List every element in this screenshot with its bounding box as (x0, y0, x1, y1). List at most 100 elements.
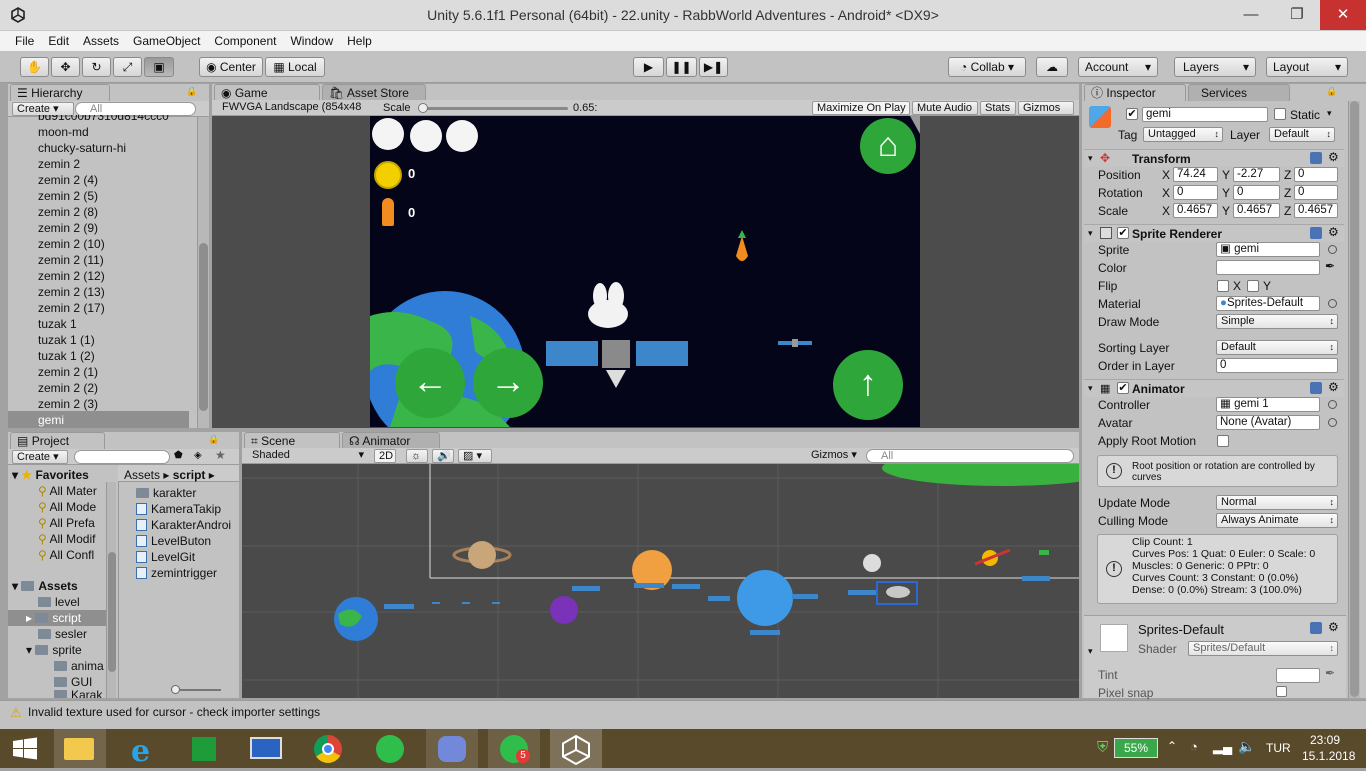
menu-file[interactable]: File (8, 31, 41, 48)
hierarchy-item[interactable]: zemin 2 (10) (38, 236, 105, 252)
object-picker-icon[interactable] (1328, 245, 1337, 254)
avatar-field[interactable]: None (Avatar) (1216, 415, 1320, 430)
rotation-y-field[interactable]: 0 (1233, 185, 1280, 200)
animator-header[interactable]: ▾ ▦ ✔ Animator ⚙ (1084, 379, 1344, 397)
discord-icon[interactable] (426, 729, 478, 768)
tab-project[interactable]: ▤ Project (10, 432, 105, 449)
position-x-field[interactable]: 74.24 (1173, 167, 1218, 182)
pixel-snap-checkbox[interactable] (1276, 686, 1287, 697)
hierarchy-item[interactable]: zemin 2 (12) (38, 268, 105, 284)
axis-y-label[interactable]: Y (1222, 168, 1230, 182)
menu-edit[interactable]: Edit (41, 31, 76, 48)
scene-gizmos-dropdown[interactable]: Gizmos ▾ (807, 449, 861, 463)
filter-by-label-icon[interactable]: ◈ (194, 450, 202, 461)
breadcrumb-assets[interactable]: Assets (124, 468, 160, 482)
store-icon[interactable] (178, 729, 230, 768)
hierarchy-item[interactable]: tuzak 1 (2) (38, 348, 95, 364)
position-z-field[interactable]: 0 (1294, 167, 1338, 182)
gear-icon[interactable]: ⚙ (1328, 620, 1339, 634)
hierarchy-item[interactable]: zemin 2 (1) (38, 364, 98, 380)
tab-scene[interactable]: ⌗ Scene (244, 432, 340, 449)
draw-mode-dropdown[interactable]: Simple (1216, 314, 1338, 329)
lock-icon[interactable]: 🔒 (208, 434, 219, 445)
layer-dropdown[interactable]: Default (1269, 127, 1335, 142)
signal-icon[interactable]: ▂▄ (1213, 739, 1232, 755)
security-icon[interactable]: ⛨ (1097, 739, 1108, 756)
layers-button[interactable]: Layers ▾ (1174, 57, 1256, 77)
culling-mode-dropdown[interactable]: Always Animate (1216, 513, 1338, 528)
axis-x-label[interactable]: X (1162, 204, 1170, 218)
axis-z-label[interactable]: Z (1284, 168, 1291, 182)
move-tool-button[interactable]: ✥ (51, 57, 80, 77)
internet-explorer-icon[interactable]: e (118, 729, 170, 769)
hierarchy-item[interactable]: zemin 2 (17) (38, 300, 105, 316)
menu-assets[interactable]: Assets (76, 31, 126, 48)
scale-slider[interactable] (418, 103, 568, 113)
favorite-item[interactable]: ⚲ All Modif (38, 531, 106, 547)
layout-button[interactable]: Layout ▾ (1266, 57, 1348, 77)
tint-color-field[interactable] (1276, 668, 1320, 683)
asset-folder[interactable]: level (38, 594, 104, 610)
gameobject-active-checkbox[interactable]: ✔ (1126, 108, 1138, 120)
order-in-layer-field[interactable]: 0 (1216, 358, 1338, 373)
menu-component[interactable]: Component (207, 31, 283, 48)
asset-folder-selected[interactable]: ▸ script (26, 610, 104, 626)
asset-folder[interactable]: Karak (54, 690, 104, 698)
flip-y-checkbox[interactable] (1247, 280, 1259, 292)
hierarchy-item-selected[interactable]: gemi (38, 412, 64, 428)
sprite-renderer-header[interactable]: ▾ ✔ Sprite Renderer ⚙ (1084, 224, 1344, 242)
gear-icon[interactable]: ⚙ (1328, 380, 1339, 394)
network-icon[interactable]: ◔ (1190, 739, 1198, 754)
chrome-icon[interactable] (302, 729, 354, 768)
hand-tool-button[interactable]: ✋ (20, 57, 49, 77)
maximize-on-play-toggle[interactable]: Maximize On Play (812, 101, 910, 115)
update-mode-dropdown[interactable]: Normal (1216, 495, 1338, 510)
collab-button[interactable]: ◔ Collab ▾ (948, 57, 1026, 77)
gear-icon[interactable]: ⚙ (1328, 225, 1339, 239)
project-file[interactable]: zemintrigger (136, 565, 238, 581)
hierarchy-item[interactable]: zemin 2 (3) (38, 396, 98, 412)
pivot-center-button[interactable]: ◉ Center (199, 57, 263, 77)
favorite-star-icon[interactable]: ★ (215, 448, 226, 462)
resolution-dropdown[interactable]: FWVGA Landscape (854x48 (218, 101, 373, 115)
hierarchy-item[interactable]: zemin 2 (9) (38, 220, 98, 236)
jump-button[interactable]: ↑ (833, 350, 903, 420)
asset-folder[interactable]: sesler (38, 626, 104, 642)
scene-lighting-toggle[interactable]: ☼ (406, 449, 428, 463)
project-search-input[interactable] (74, 450, 170, 464)
axis-y-label[interactable]: Y (1222, 204, 1230, 218)
tab-services[interactable]: Services (1188, 84, 1290, 101)
project-file[interactable]: KameraTakip (136, 501, 238, 517)
object-picker-icon[interactable] (1328, 418, 1337, 427)
language-indicator[interactable]: TUR (1266, 741, 1291, 755)
scale-slider-handle[interactable] (418, 103, 428, 113)
inspector-scrollbar[interactable] (1348, 101, 1360, 698)
project-file[interactable]: LevelButon (136, 533, 238, 549)
color-field[interactable] (1216, 260, 1320, 275)
whatsapp-icon[interactable] (364, 729, 416, 768)
hierarchy-scrollbar[interactable] (197, 117, 209, 428)
hierarchy-item[interactable]: tuzak 1 (1) (38, 332, 95, 348)
static-checkbox[interactable] (1274, 108, 1286, 120)
file-explorer-icon[interactable] (54, 729, 106, 768)
clock-time[interactable]: 23:09 (1310, 733, 1340, 747)
object-picker-icon[interactable] (1328, 299, 1337, 308)
scale-x-field[interactable]: 0.4657 (1173, 203, 1218, 218)
left-arrow-button[interactable]: ← (395, 348, 465, 418)
menu-window[interactable]: Window (283, 31, 340, 48)
apply-root-motion-checkbox[interactable] (1217, 435, 1229, 447)
flip-x-checkbox[interactable] (1217, 280, 1229, 292)
eyedropper-icon[interactable]: ✒ (1325, 259, 1335, 273)
favorites-header[interactable]: ▾ ★ Favorites (12, 467, 89, 483)
eyedropper-icon[interactable]: ✒ (1325, 666, 1335, 680)
close-button[interactable]: ✕ (1320, 0, 1366, 30)
sprite-renderer-enabled-checkbox[interactable]: ✔ (1117, 227, 1129, 239)
tab-inspector[interactable]: ⓘ Inspector (1084, 84, 1186, 101)
rotation-z-field[interactable]: 0 (1294, 185, 1338, 200)
menu-gameobject[interactable]: GameObject (126, 31, 207, 48)
volume-icon[interactable]: 🔈 (1238, 738, 1255, 755)
cloud-button[interactable]: ☁ (1036, 57, 1068, 77)
project-tree-scrollbar[interactable] (106, 482, 116, 698)
project-file[interactable]: karakter (136, 485, 238, 501)
help-icon[interactable] (1310, 622, 1322, 634)
